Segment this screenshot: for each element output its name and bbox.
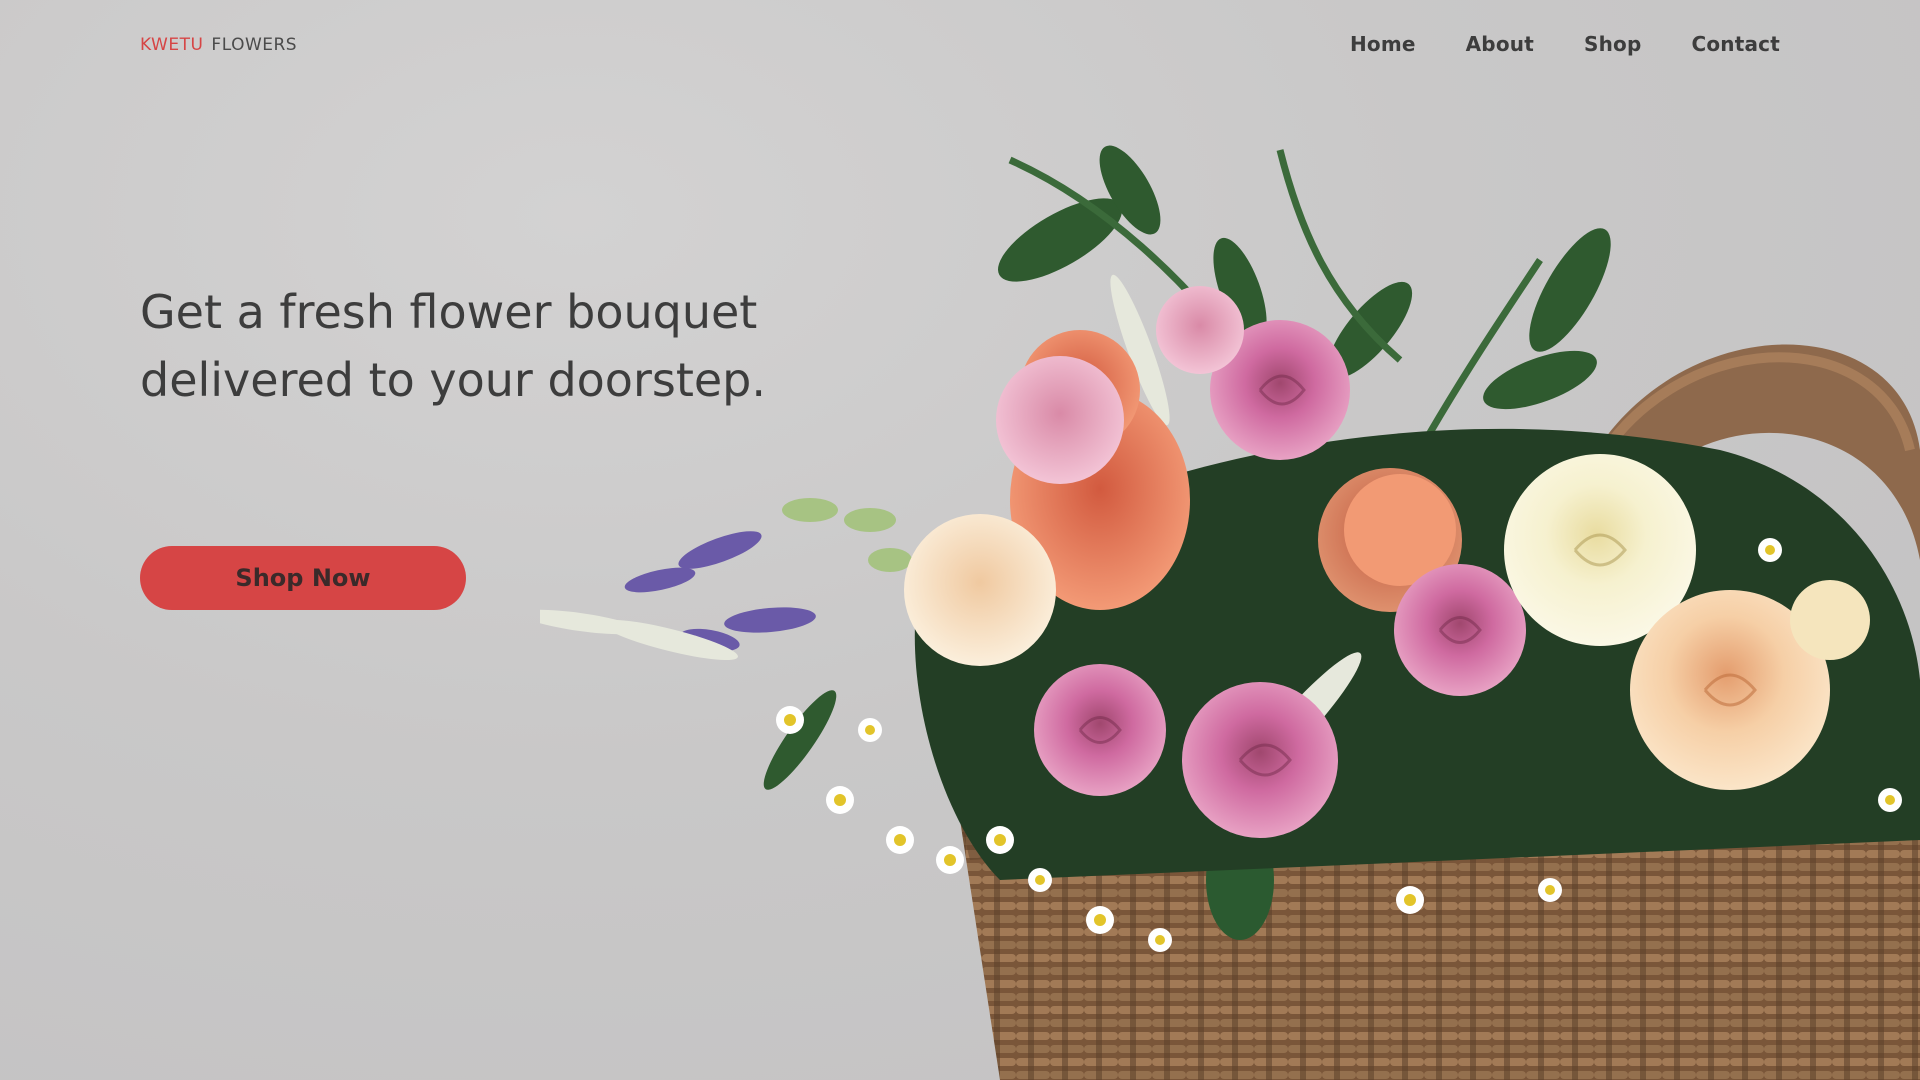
logo-primary-text: KWETU <box>140 35 204 55</box>
brand-logo[interactable]: KWETU FLOWERS <box>140 35 297 55</box>
logo-secondary-text: FLOWERS <box>211 35 298 55</box>
nav-link-about[interactable]: About <box>1466 32 1534 56</box>
main-nav: Home About Shop Contact <box>1350 32 1780 56</box>
shop-now-button[interactable]: Shop Now <box>140 546 466 610</box>
nav-link-shop[interactable]: Shop <box>1584 32 1642 56</box>
hero-headline: Get a fresh flower bouquet delivered to … <box>140 285 766 407</box>
top-navbar: KWETU FLOWERS Home About Shop Contact <box>0 0 1920 94</box>
nav-link-home[interactable]: Home <box>1350 32 1416 56</box>
nav-link-contact[interactable]: Contact <box>1691 32 1780 56</box>
hero-bouquet-image <box>540 145 1920 1080</box>
